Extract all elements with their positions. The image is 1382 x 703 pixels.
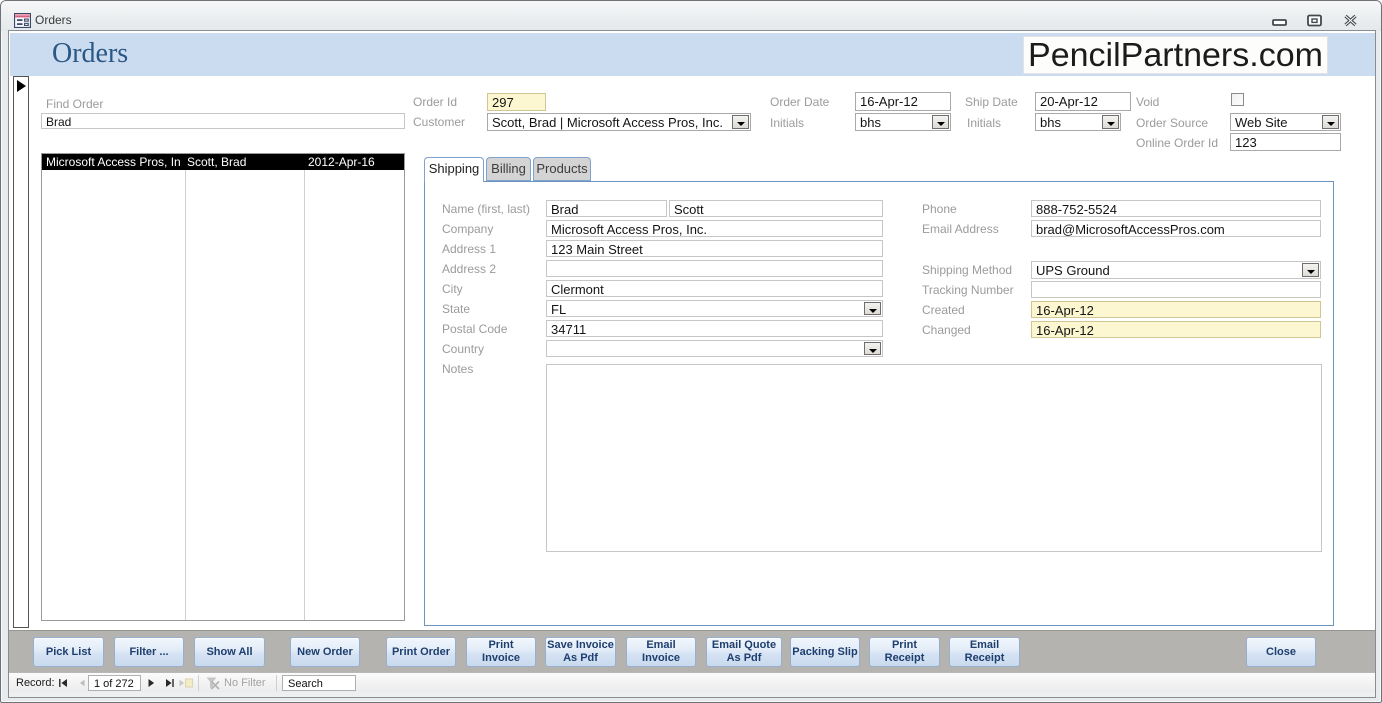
svg-text:PencilPartners.com: PencilPartners.com <box>1028 37 1323 73</box>
